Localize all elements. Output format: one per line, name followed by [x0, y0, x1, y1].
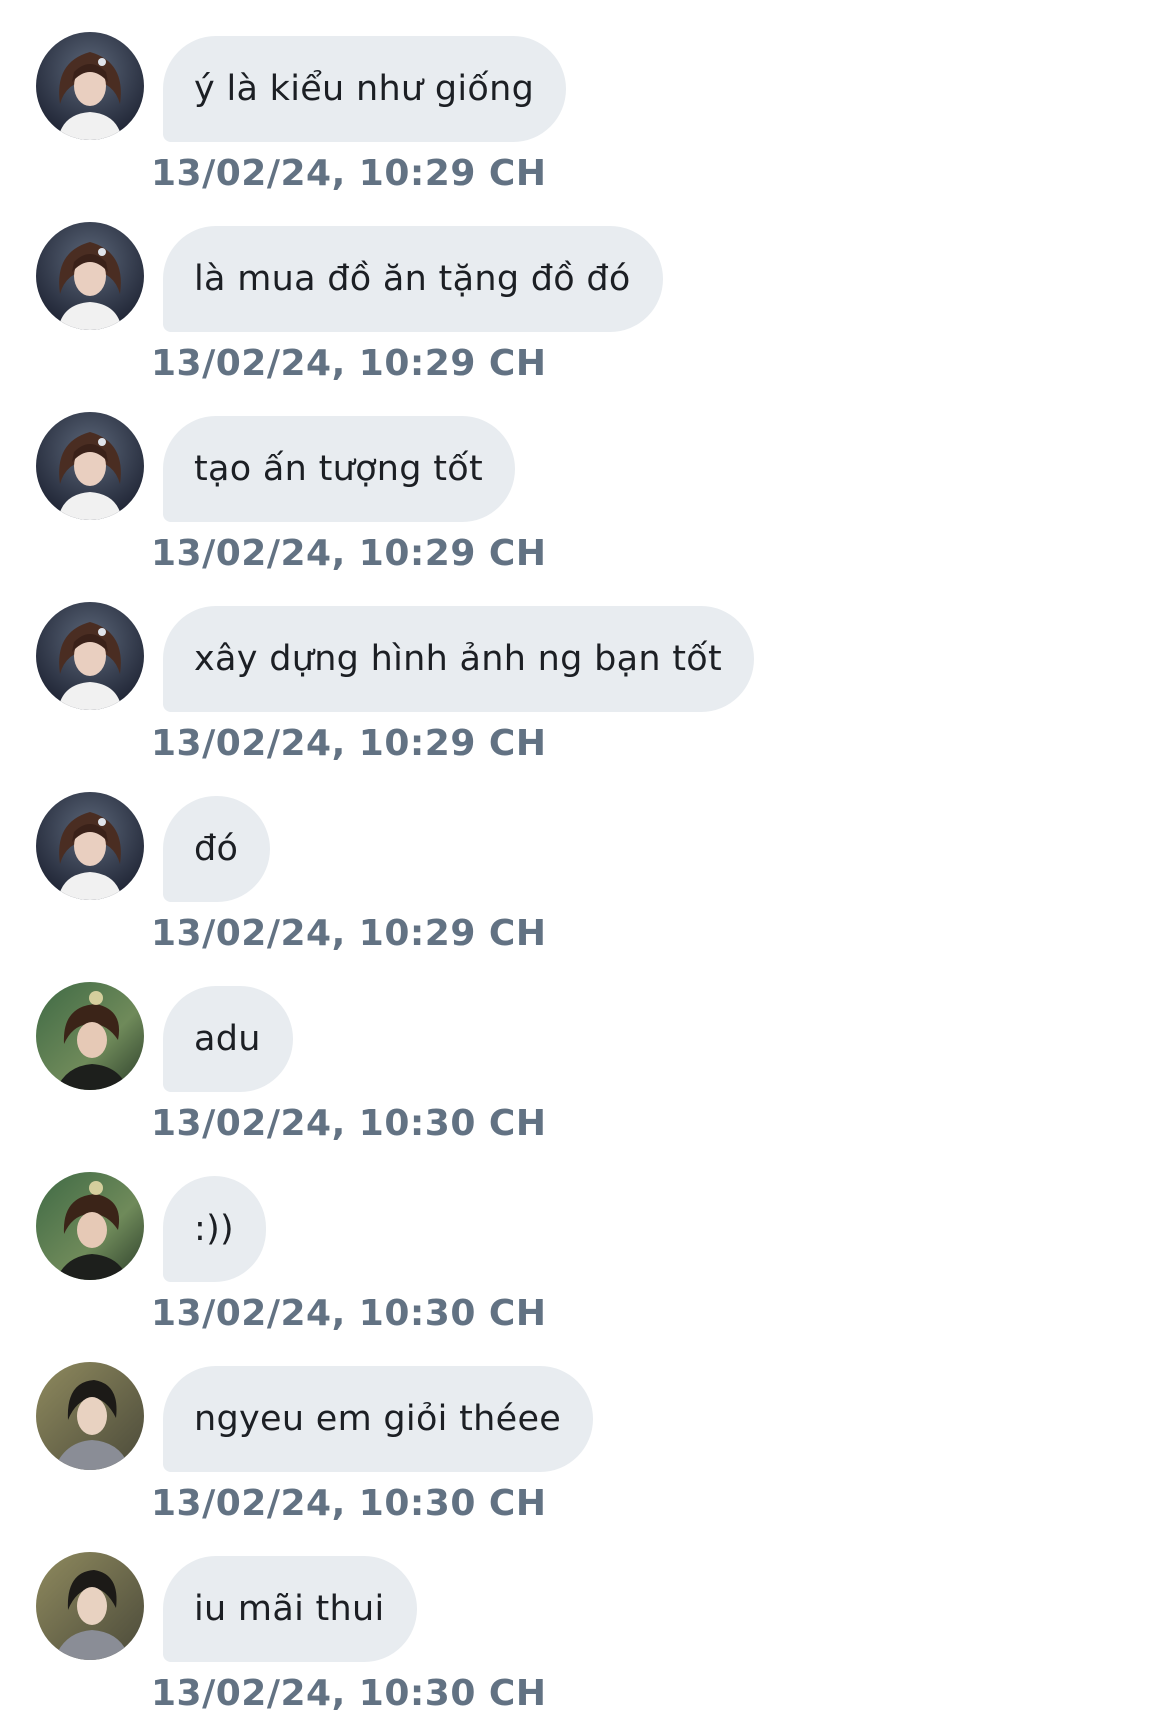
message-text: xây dựng hình ảnh ng bạn tốt: [194, 639, 723, 679]
user-a-avatar[interactable]: [36, 602, 144, 710]
user-a-avatar[interactable]: [36, 412, 144, 520]
message-bubble[interactable]: ngyeu em giỏi théee: [163, 1366, 594, 1472]
message-timestamp: 13/02/24, 10:30 CH: [151, 1483, 547, 1524]
user-a-avatar[interactable]: [36, 222, 144, 330]
message-row: đó 13/02/24, 10:29 CH: [0, 760, 1170, 954]
message-row: :)) 13/02/24, 10:30 CH: [0, 1140, 1170, 1334]
message-bubble[interactable]: đó: [163, 796, 271, 902]
message-timestamp: 13/02/24, 10:30 CH: [151, 1673, 547, 1714]
message-text: ngyeu em giỏi théee: [194, 1399, 562, 1439]
message-bubble[interactable]: ý là kiểu như giống: [163, 36, 567, 142]
message-bubble[interactable]: iu mãi thui: [163, 1556, 417, 1662]
message-timestamp: 13/02/24, 10:29 CH: [151, 913, 547, 954]
message-text: ý là kiểu như giống: [194, 69, 535, 109]
message-bubble[interactable]: là mua đồ ăn tặng đồ đó: [163, 226, 663, 332]
message-row: là mua đồ ăn tặng đồ đó 13/02/24, 10:29 …: [0, 190, 1170, 384]
message-list: ý là kiểu như giống 13/02/24, 10:29 CH l…: [0, 0, 1170, 1726]
message-text: tạo ấn tượng tốt: [194, 449, 483, 489]
user-a-avatar-icon: [36, 222, 144, 330]
user-a-avatar[interactable]: [36, 32, 144, 140]
user-b-avatar-icon: [36, 1172, 144, 1280]
user-b-avatar[interactable]: [36, 982, 144, 1090]
message-row: xây dựng hình ảnh ng bạn tốt 13/02/24, 1…: [0, 570, 1170, 764]
message-timestamp: 13/02/24, 10:29 CH: [151, 153, 547, 194]
message-timestamp: 13/02/24, 10:30 CH: [151, 1103, 547, 1144]
message-row: adu 13/02/24, 10:30 CH: [0, 950, 1170, 1144]
message-text: là mua đồ ăn tặng đồ đó: [194, 259, 631, 299]
user-a-avatar-icon: [36, 412, 144, 520]
user-a-avatar-icon: [36, 32, 144, 140]
user-a-avatar-icon: [36, 602, 144, 710]
message-bubble[interactable]: adu: [163, 986, 293, 1092]
user-b-avatar[interactable]: [36, 1172, 144, 1280]
message-row: tạo ấn tượng tốt 13/02/24, 10:29 CH: [0, 380, 1170, 574]
message-timestamp: 13/02/24, 10:29 CH: [151, 723, 547, 764]
user-a-avatar-icon: [36, 792, 144, 900]
user-c-avatar-icon: [36, 1552, 144, 1660]
user-c-avatar[interactable]: [36, 1362, 144, 1470]
message-text: :)): [194, 1209, 235, 1249]
user-b-avatar-icon: [36, 982, 144, 1090]
message-timestamp: 13/02/24, 10:30 CH: [151, 1293, 547, 1334]
message-row: iu mãi thui 13/02/24, 10:30 CH: [0, 1520, 1170, 1714]
message-row: ngyeu em giỏi théee 13/02/24, 10:30 CH: [0, 1330, 1170, 1524]
message-timestamp: 13/02/24, 10:29 CH: [151, 343, 547, 384]
user-a-avatar[interactable]: [36, 792, 144, 900]
message-text: adu: [194, 1019, 261, 1059]
user-c-avatar[interactable]: [36, 1552, 144, 1660]
message-timestamp: 13/02/24, 10:29 CH: [151, 533, 547, 574]
message-bubble[interactable]: xây dựng hình ảnh ng bạn tốt: [163, 606, 755, 712]
message-bubble[interactable]: :)): [163, 1176, 267, 1282]
user-c-avatar-icon: [36, 1362, 144, 1470]
message-text: iu mãi thui: [194, 1589, 385, 1629]
message-bubble[interactable]: tạo ấn tượng tốt: [163, 416, 515, 522]
message-text: đó: [194, 829, 239, 869]
message-row: ý là kiểu như giống 13/02/24, 10:29 CH: [0, 0, 1170, 194]
